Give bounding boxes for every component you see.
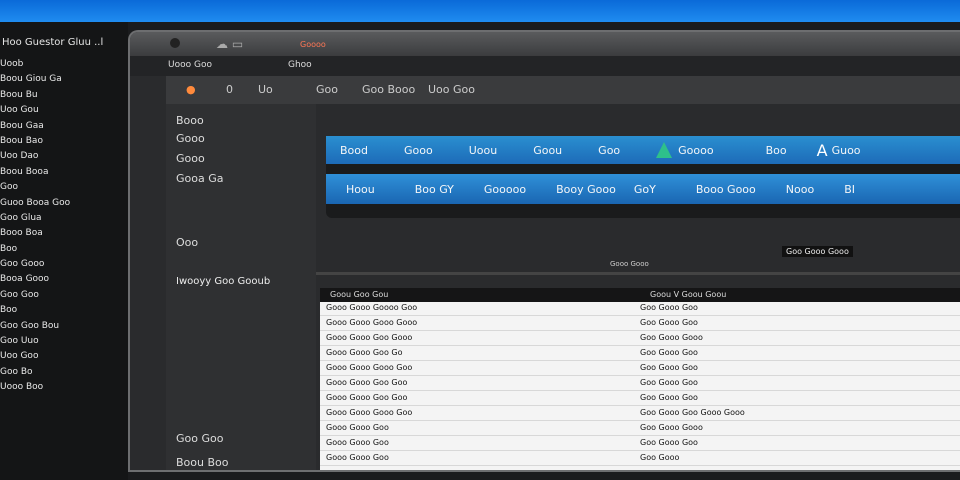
- table-row[interactable]: Gooo Gooo Gooo Goo Goo Gooo Goo: [320, 362, 960, 376]
- rail-item[interactable]: Boou Giou Ga: [0, 72, 70, 87]
- rail-item[interactable]: Uoo Gou: [0, 103, 70, 118]
- ribbon-tool[interactable]: Gooooo: [484, 183, 526, 196]
- sidebar-item[interactable]: Booo: [176, 114, 204, 127]
- ribbon-flag: Gooo Gooo: [610, 260, 649, 268]
- ribbon: Bood Gooo Uoou Goou Goo Goooo Boo A Guoo…: [326, 136, 960, 218]
- app-window: ☁ ▭ Goooo Uooo Goo Ghoo ● 0 Uo Goo Goo B…: [128, 30, 960, 472]
- ribbon-flag: Goo Gooo Gooo: [782, 246, 853, 257]
- divider: [316, 272, 960, 275]
- rail-item[interactable]: Boo: [0, 303, 70, 318]
- rail-item[interactable]: Uoob: [0, 57, 70, 72]
- ribbon-tab[interactable]: Gooo: [404, 144, 433, 157]
- ribbon-tool[interactable]: Boo GY: [415, 183, 454, 196]
- left-rail: Hoo Guestor Gluu ..l Uoob Boou Giou Ga B…: [0, 22, 128, 480]
- rail-item[interactable]: Goo Gooo: [0, 257, 70, 272]
- ribbon-tool[interactable]: Nooo: [786, 183, 814, 196]
- ribbon-tool[interactable]: GoY: [634, 183, 656, 196]
- rail-item[interactable]: Goo Goo Bou: [0, 319, 70, 334]
- rail-item[interactable]: Goo Bo: [0, 365, 70, 380]
- ribbon-row-1: Bood Gooo Uoou Goou Goo Goooo Boo A Guoo: [326, 136, 960, 164]
- rail-list: Uoob Boou Giou Ga Boou Bu Uoo Gou Boou G…: [0, 57, 70, 396]
- record-icon[interactable]: ●: [186, 83, 196, 96]
- ribbon-tab[interactable]: Uoou: [469, 144, 497, 157]
- sidebar-item[interactable]: Gooa Ga: [176, 172, 224, 185]
- table-row[interactable]: Gooo Gooo Goo Goo Gooo Goo: [320, 437, 960, 451]
- toolbar-item[interactable]: 0: [226, 83, 233, 96]
- table-row[interactable]: Gooo Gooo Gooo Gooo Goo Gooo Goo: [320, 317, 960, 331]
- title-badge: Goooo: [300, 40, 326, 49]
- table-row[interactable]: Gooo Gooo Goo Gooo Goo Gooo Gooo: [320, 332, 960, 346]
- ribbon-tab[interactable]: Goooo: [678, 144, 713, 157]
- ribbon-tool[interactable]: Booo Gooo: [696, 183, 756, 196]
- ribbon-tool[interactable]: BI: [844, 183, 855, 196]
- rail-item[interactable]: Goo: [0, 180, 70, 195]
- sidebar-item[interactable]: Goo Goo: [176, 432, 223, 445]
- rail-item[interactable]: Goo Goo: [0, 288, 70, 303]
- toolbar-item[interactable]: Uo: [258, 83, 273, 96]
- rail-item[interactable]: Boou Bao: [0, 134, 70, 149]
- rail-item[interactable]: Boou Booa: [0, 165, 70, 180]
- rail-item[interactable]: Boou Bu: [0, 88, 70, 103]
- list-header: Goou Goo Gou Goou V Goou Goou: [320, 288, 960, 302]
- column-header[interactable]: Goou Goo Gou: [330, 290, 388, 299]
- toolbar-item[interactable]: Goo Booo: [362, 83, 415, 96]
- rail-item[interactable]: Booa Gooo: [0, 272, 70, 287]
- ribbon-tool[interactable]: Hoou: [346, 183, 375, 196]
- ribbon-tab[interactable]: Guoo: [832, 144, 861, 157]
- sidebar-item[interactable]: Boou Boo: [176, 456, 228, 469]
- rail-item[interactable]: Uoo Dao: [0, 149, 70, 164]
- content-area: Bood Gooo Uoou Goou Goo Goooo Boo A Guoo…: [316, 104, 960, 470]
- ribbon-tab[interactable]: Goou: [533, 144, 562, 157]
- toolbar-item[interactable]: Uoo Goo: [428, 83, 475, 96]
- title-bar: ☁ ▭ Goooo: [130, 32, 960, 56]
- path-segment[interactable]: Uooo Goo: [168, 60, 212, 70]
- table-row[interactable]: Gooo Gooo Goo Goo Gooo Gooo: [320, 422, 960, 436]
- ribbon-tab[interactable]: Bood: [340, 144, 368, 157]
- rail-item[interactable]: Uoo Goo: [0, 349, 70, 364]
- cloud-icon: ☁ ▭: [216, 37, 244, 51]
- rail-item[interactable]: Boo: [0, 242, 70, 257]
- column-header[interactable]: Goou V Goou Goou: [650, 290, 726, 299]
- table-row[interactable]: Gooo Gooo Gooo Goo Goo Gooo Goo Gooo Gooo: [320, 407, 960, 421]
- toolbar-item[interactable]: Goo: [316, 83, 338, 96]
- path-bar: Uooo Goo Ghoo: [130, 56, 960, 76]
- ribbon-row-2: Hoou Boo GY Gooooo Booy Gooo GoY Booo Go…: [326, 174, 960, 204]
- sidebar-section-heading: Iwooyy Goo Gooub: [176, 276, 271, 287]
- rail-item[interactable]: Booo Boa: [0, 226, 70, 241]
- sidebar-item[interactable]: Gooo: [176, 132, 205, 145]
- table-row[interactable]: Gooo Gooo Goooo Goo Goo Gooo Goo: [320, 302, 960, 316]
- ribbon-tab[interactable]: Boo: [766, 144, 787, 157]
- rail-title: Hoo Guestor Gluu ..l: [2, 37, 104, 48]
- table-row[interactable]: Gooo Gooo Goo Goo Goo Gooo Goo: [320, 377, 960, 391]
- ribbon-tool[interactable]: Booy Gooo: [556, 183, 616, 196]
- sidebar-item[interactable]: Gooo: [176, 152, 205, 165]
- rail-item[interactable]: Uooo Boo: [0, 380, 70, 395]
- sidebar-item[interactable]: Ooo: [176, 236, 198, 249]
- rail-item[interactable]: Boou Gaa: [0, 119, 70, 134]
- sidebar: Booo Gooo Gooo Gooa Ga Ooo Iwooyy Goo Go…: [166, 104, 316, 470]
- path-segment[interactable]: Ghoo: [288, 60, 312, 70]
- table-row[interactable]: Gooo Gooo Goo Go Goo Gooo Goo: [320, 347, 960, 361]
- ribbon-tab[interactable]: Goo: [598, 144, 620, 157]
- rail-item[interactable]: Goo Uuo: [0, 334, 70, 349]
- triangle-logo-icon: [656, 142, 673, 158]
- toolbar: ● 0 Uo Goo Goo Booo Uoo Goo: [166, 76, 960, 105]
- list-panel: Goou Goo Gou Goou V Goou Goou Gooo Gooo …: [320, 288, 960, 470]
- window-control-icon[interactable]: [170, 38, 180, 48]
- top-accent-bar: [0, 0, 960, 22]
- a-logo-icon: A: [816, 140, 828, 160]
- table-row[interactable]: Gooo Gooo Goo Goo Gooo: [320, 452, 960, 466]
- rail-item[interactable]: Goo Glua: [0, 211, 70, 226]
- rail-item[interactable]: Guoo Booa Goo: [0, 196, 70, 211]
- table-row[interactable]: Gooo Gooo Goo Goo Goo Gooo Goo: [320, 392, 960, 406]
